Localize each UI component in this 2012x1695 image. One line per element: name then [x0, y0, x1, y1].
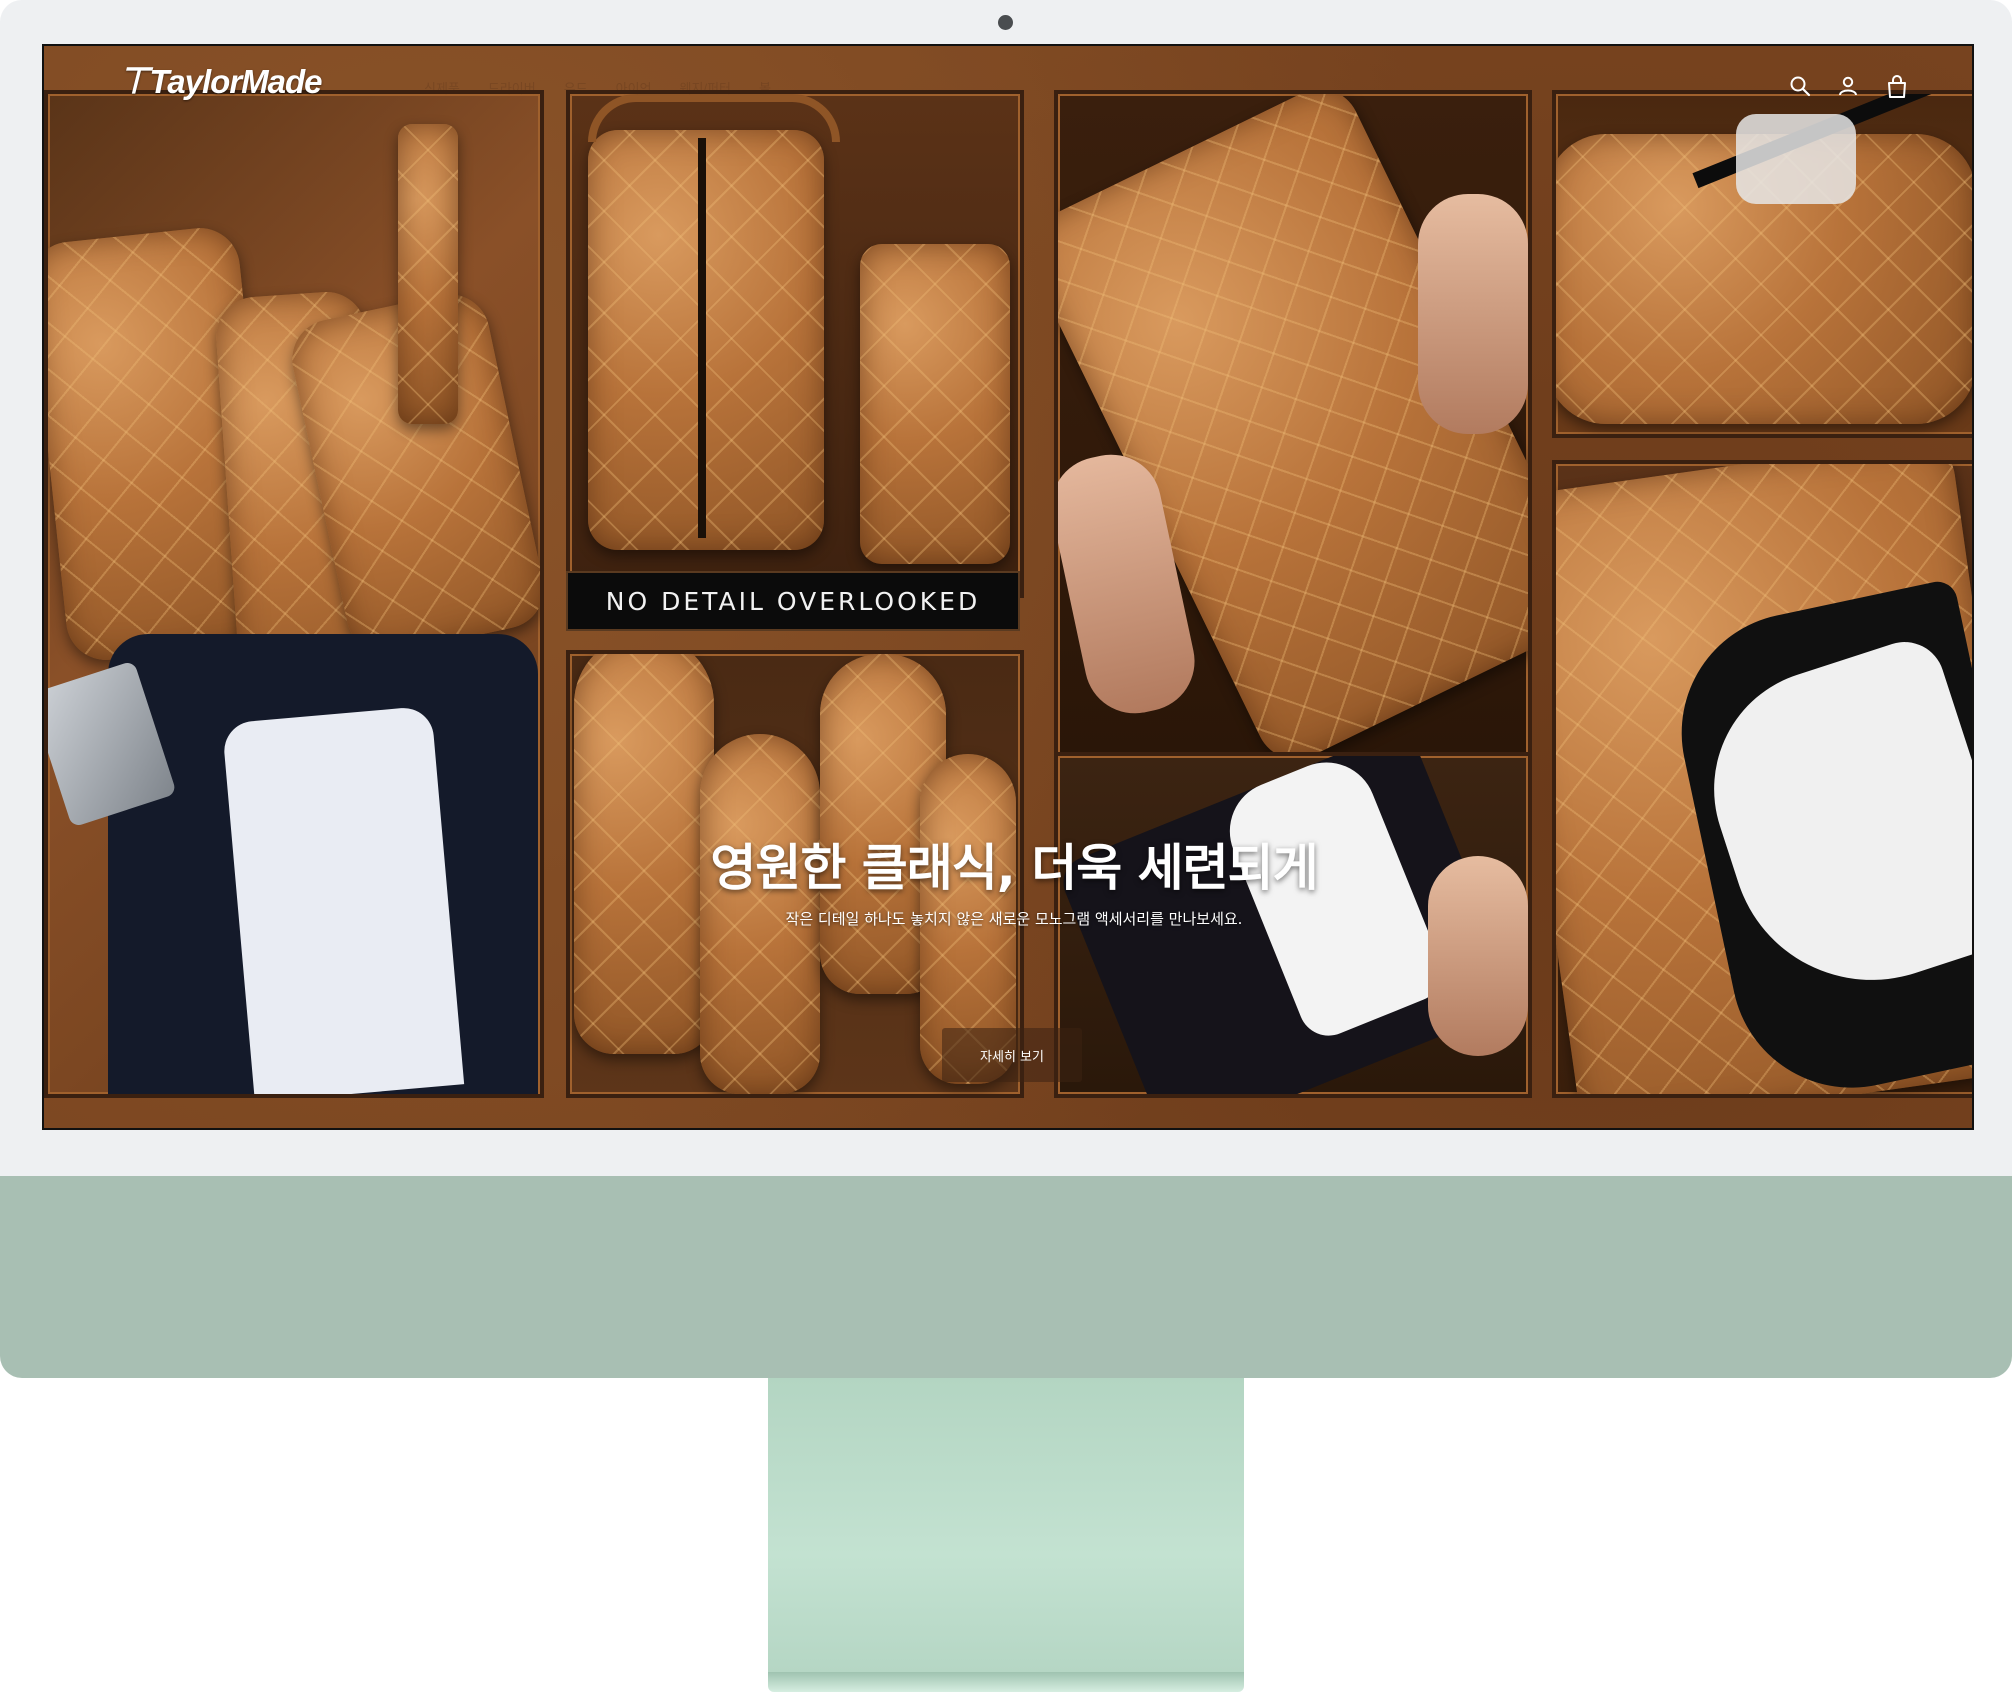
camera-dot	[998, 15, 1013, 30]
search-icon[interactable]	[1788, 74, 1812, 100]
logo-text: TaylorMade	[149, 63, 322, 100]
imac-chin	[0, 1176, 2012, 1378]
product-photo-headcovers-bag	[44, 90, 544, 1098]
nav-item-wedge-putter[interactable]: 웨지/퍼터	[680, 78, 731, 97]
imac-stand-foot	[768, 1672, 1244, 1692]
nav-item-new[interactable]: 신제품	[424, 78, 460, 97]
product-photo-wallet	[1054, 90, 1532, 766]
nav-item-driver[interactable]: 드라이버	[488, 78, 536, 97]
cart-icon[interactable]	[1884, 74, 1910, 100]
brand-logo[interactable]: ⊤TaylorMade	[118, 60, 323, 102]
tagline-text: NO DETAIL OVERLOOKED	[605, 586, 981, 616]
taylormade-logo-icon: ⊤	[118, 60, 149, 101]
main-navigation: 신제품 드라이버 우드 아이언 웨지/퍼터 볼	[424, 78, 771, 97]
hero-subtitle: 작은 디테일 하나도 놓치지 않은 새로운 모노그램 액세서리를 만나보세요.	[785, 910, 1243, 928]
user-icon[interactable]	[1836, 74, 1860, 100]
header-icons	[1788, 74, 1910, 100]
nav-item-wood[interactable]: 우드	[564, 78, 588, 97]
product-photo-shoe-open	[1552, 460, 1972, 1098]
hero-title: 영원한 클래식, 더욱 세련되게	[710, 839, 1318, 897]
nav-item-iron[interactable]: 아이언	[616, 78, 652, 97]
learn-more-button[interactable]: 자세히 보기	[942, 1028, 1082, 1082]
imac-stand	[768, 1378, 1244, 1673]
imac-display: ⊤TaylorMade 신제품 드라이버 우드 아이언 웨지/퍼터 볼 NO D…	[0, 0, 2012, 1378]
website-screen: ⊤TaylorMade 신제품 드라이버 우드 아이언 웨지/퍼터 볼 NO D…	[42, 44, 1974, 1130]
product-photo-pouches	[566, 90, 1024, 598]
tagline-banner: NO DETAIL OVERLOOKED	[566, 571, 1020, 631]
nav-item-ball[interactable]: 볼	[759, 78, 771, 97]
product-photo-shoe-bag	[1552, 90, 1972, 438]
